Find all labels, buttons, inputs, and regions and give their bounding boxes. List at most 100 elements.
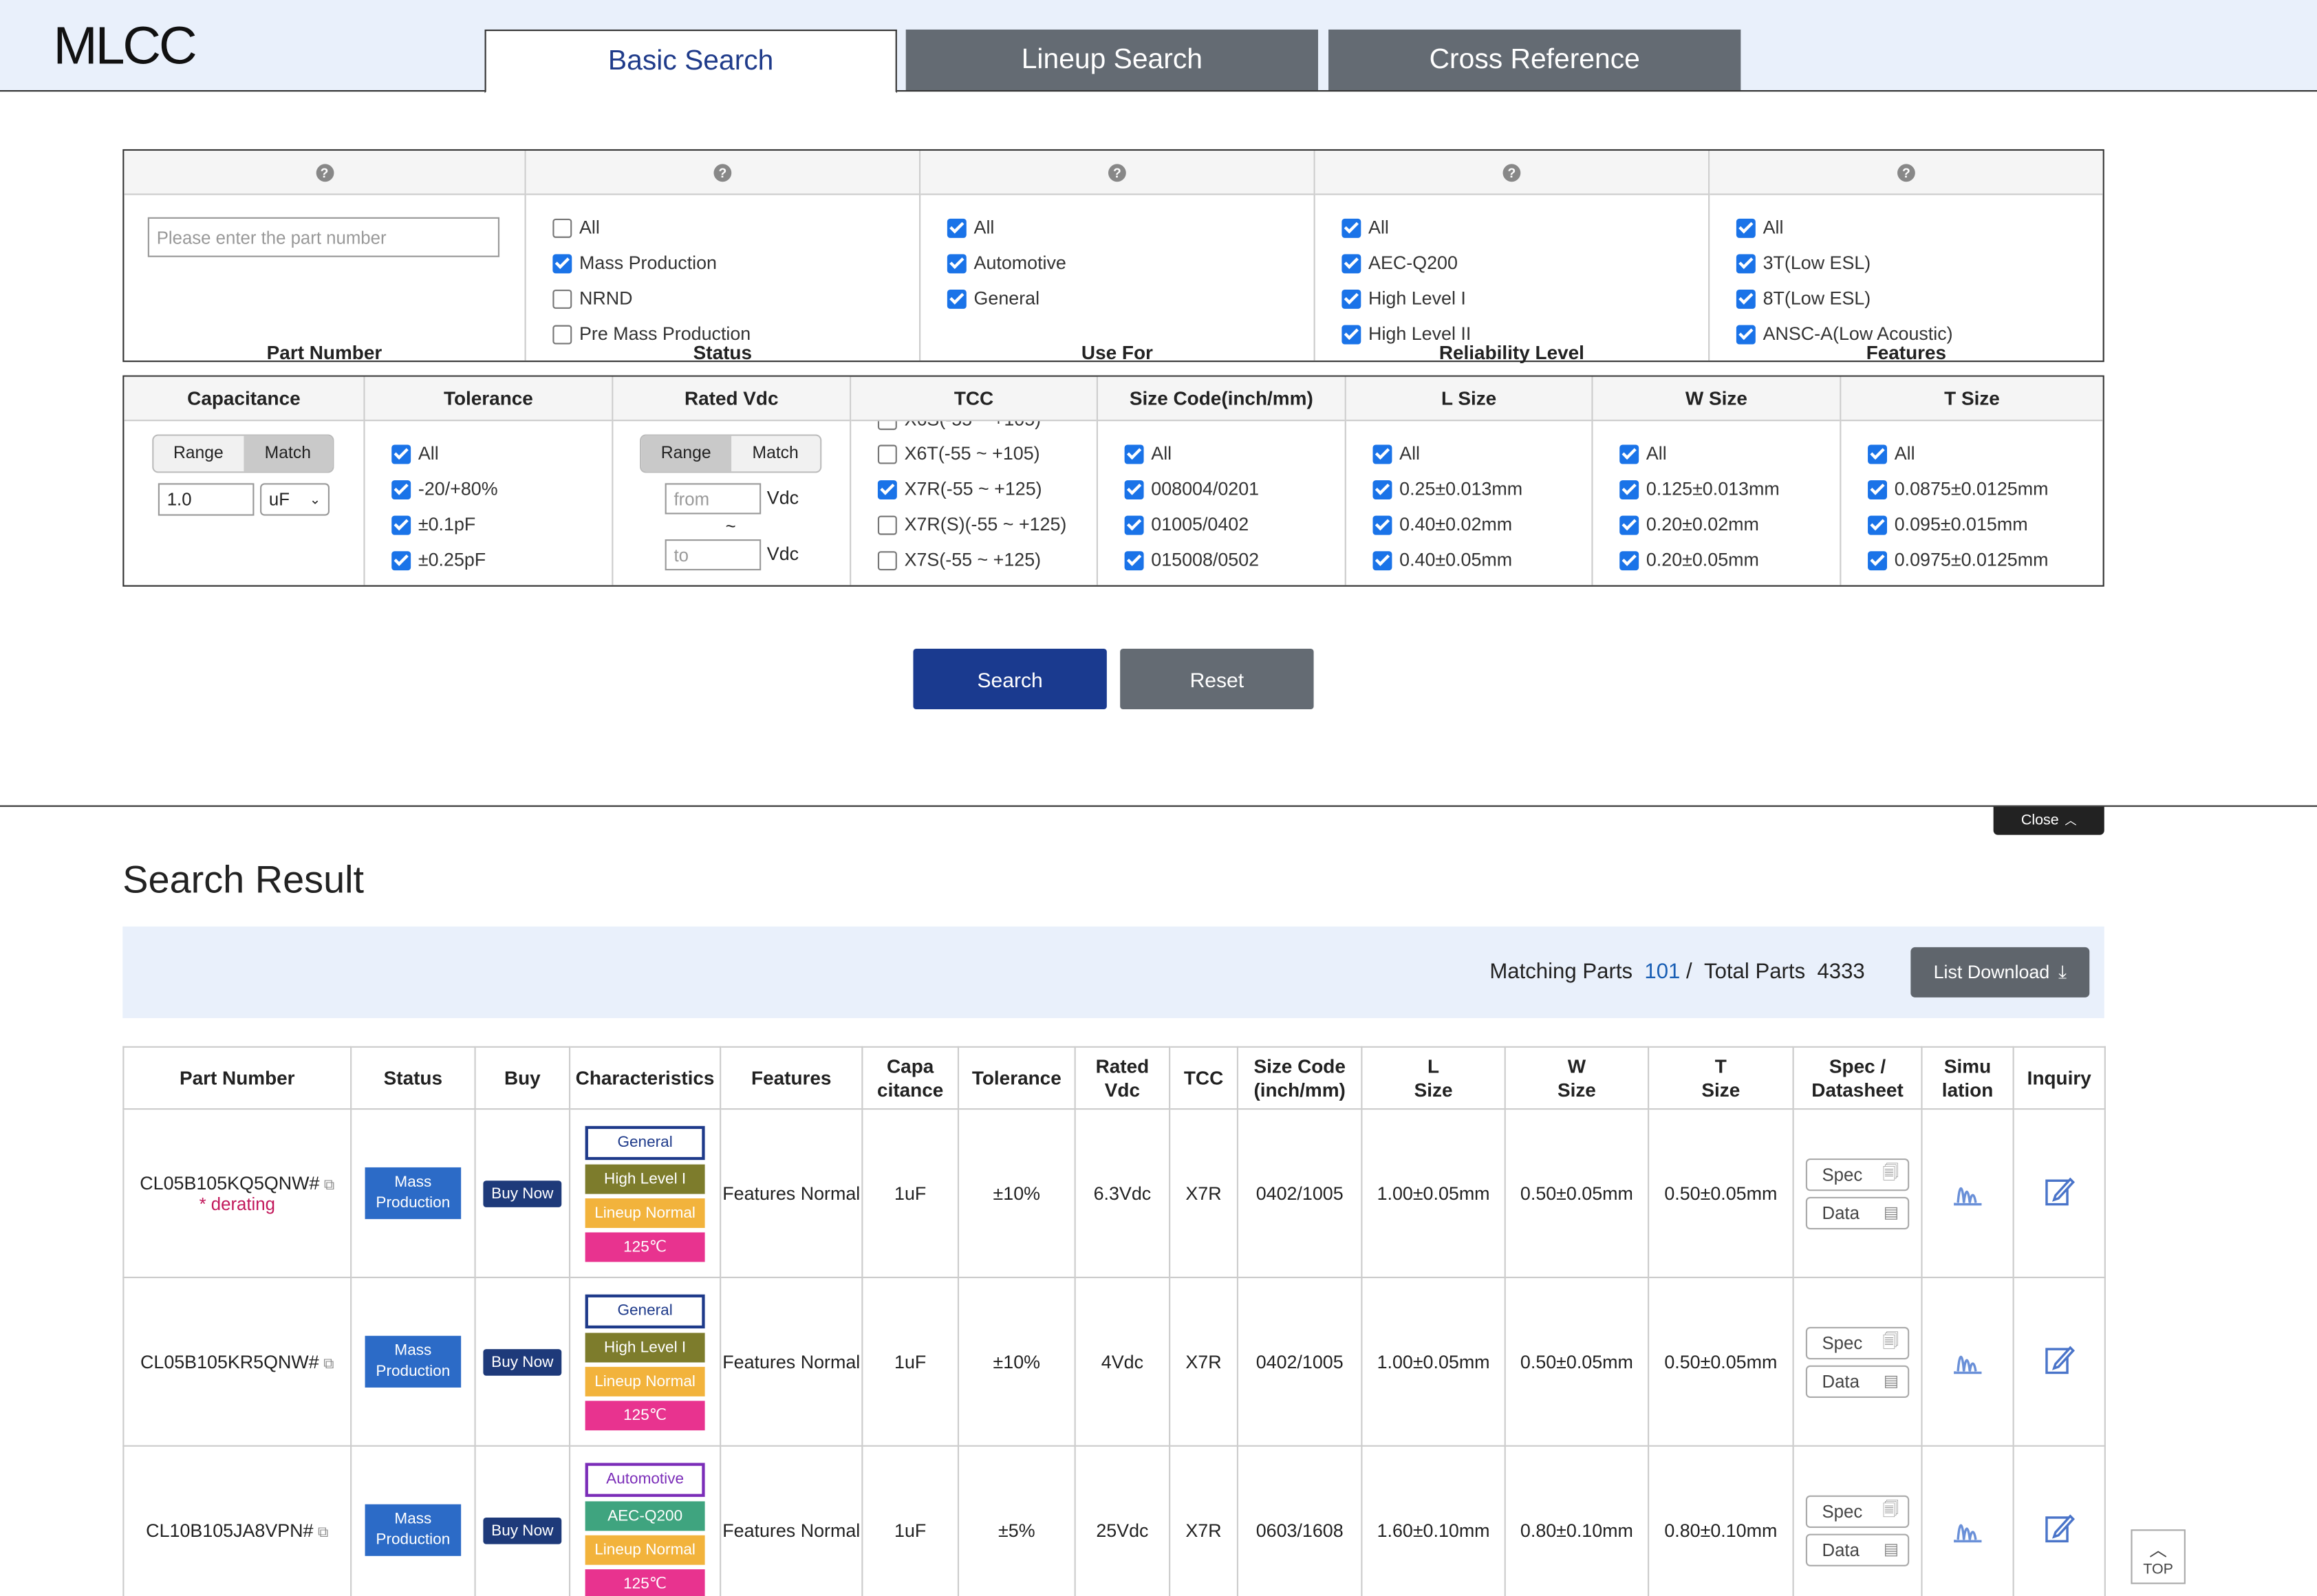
checkbox[interactable] [947, 288, 967, 308]
checkbox[interactable] [1341, 217, 1361, 237]
tab-cross-reference[interactable]: Cross Reference [1328, 29, 1741, 91]
checkbox-option-0-40-0-05mm[interactable]: 0.40±0.05mm [1372, 550, 1512, 570]
part-number-input[interactable]: Please enter the part number [147, 217, 500, 257]
buy-now-button[interactable]: Buy Now [484, 1516, 561, 1544]
checkbox-option-0-0875-0-0125mm[interactable]: 0.0875±0.0125mm [1868, 479, 2048, 499]
capacitance-mode-toggle[interactable]: Range Match [152, 434, 334, 473]
help-icon[interactable]: ? [1502, 163, 1521, 182]
checkbox-option-all[interactable]: All [1736, 217, 1783, 238]
checkbox[interactable] [1619, 444, 1639, 464]
edit-inquiry-icon[interactable] [2043, 1511, 2076, 1544]
checkbox-option-all[interactable]: All [1868, 443, 1915, 464]
checkbox[interactable] [877, 550, 897, 570]
checkbox[interactable] [1736, 217, 1756, 237]
checkbox[interactable] [1736, 253, 1756, 273]
external-link-icon[interactable]: ⧉ [318, 1524, 328, 1541]
checkbox[interactable] [947, 217, 967, 237]
checkbox-option-all[interactable]: All [552, 217, 600, 238]
back-to-top-button[interactable]: ︿ TOP [2131, 1529, 2186, 1584]
checkbox[interactable] [1372, 444, 1392, 464]
part-number-link[interactable]: CL10B105JA8VPN# [146, 1520, 313, 1540]
checkbox-option-008004-0201[interactable]: 008004/0201 [1124, 479, 1259, 499]
checkbox[interactable] [391, 550, 411, 570]
buy-now-button[interactable]: Buy Now [484, 1348, 561, 1375]
checkbox[interactable] [1372, 479, 1392, 499]
checkbox[interactable] [877, 444, 897, 464]
checkbox[interactable] [1619, 515, 1639, 535]
part-number-link[interactable]: CL05B105KQ5QNW# [140, 1172, 319, 1193]
checkbox-option-0-20-0-02mm[interactable]: 0.20±0.02mm [1619, 515, 1759, 535]
checkbox-option-automotive[interactable]: Automotive [947, 252, 1066, 273]
checkbox[interactable] [1124, 479, 1144, 499]
checkbox[interactable] [1124, 550, 1144, 570]
checkbox-option-mass-production[interactable]: Mass Production [552, 252, 717, 273]
spec-button[interactable]: Spec 🗐 [1805, 1494, 1910, 1527]
list-download-button[interactable]: List Download ⤓ [1910, 947, 2090, 998]
checkbox-option-0-0975-0-0125mm[interactable]: 0.0975±0.0125mm [1868, 550, 2048, 570]
help-icon[interactable]: ? [1897, 163, 1915, 182]
match-option[interactable]: Match [731, 435, 821, 472]
checkbox-option-3t-low-esl[interactable]: 3T(Low ESL) [1736, 252, 1871, 273]
checkbox-option-all[interactable]: All [947, 217, 994, 238]
checkbox-option-high-level-i[interactable]: High Level I [1341, 288, 1466, 309]
checkbox[interactable] [1868, 515, 1887, 535]
checkbox-option-aec-q200[interactable]: AEC-Q200 [1341, 252, 1458, 273]
checkbox-option-x6t-55-105[interactable]: X6T(-55 ~ +105) [877, 443, 1040, 464]
vdc-to-input[interactable]: to [665, 539, 762, 571]
search-button[interactable]: Search [913, 648, 1107, 710]
checkbox-option-all[interactable]: All [1124, 443, 1172, 464]
checkbox-option-all[interactable]: All [1341, 217, 1389, 238]
checkbox-option-all[interactable]: All [391, 443, 439, 464]
checkbox-option-x7r-s-55-125[interactable]: X7R(S)(-55 ~ +125) [877, 515, 1066, 535]
checkbox[interactable] [1341, 253, 1361, 273]
match-option[interactable]: Match [243, 435, 333, 472]
help-icon[interactable]: ? [713, 163, 732, 182]
checkbox[interactable] [1868, 479, 1887, 499]
help-icon[interactable]: ? [1108, 163, 1126, 182]
reset-button[interactable]: Reset [1120, 648, 1314, 710]
checkbox-option-0-1pf[interactable]: ±0.1pF [391, 515, 475, 535]
edit-inquiry-icon[interactable] [2043, 1175, 2076, 1207]
vdc-from-input[interactable]: from [665, 483, 762, 515]
checkbox[interactable] [1619, 550, 1639, 570]
external-link-icon[interactable]: ⧉ [323, 1356, 334, 1372]
checkbox[interactable] [1868, 444, 1887, 464]
checkbox-option-01005-0402[interactable]: 01005/0402 [1124, 515, 1249, 535]
checkbox[interactable] [1341, 288, 1361, 308]
checkbox[interactable] [877, 515, 897, 535]
checkbox[interactable] [877, 479, 897, 499]
checkbox-option-general[interactable]: General [947, 288, 1039, 309]
checkbox-option-8t-low-esl[interactable]: 8T(Low ESL) [1736, 288, 1871, 309]
checkbox[interactable] [391, 515, 411, 535]
checkbox[interactable] [552, 217, 572, 237]
checkbox-option-0-125-0-013mm[interactable]: 0.125±0.013mm [1619, 479, 1780, 499]
simulation-chart-icon[interactable] [1951, 1175, 1983, 1207]
help-icon[interactable]: ? [315, 163, 334, 182]
checkbox-option-0-095-0-015mm[interactable]: 0.095±0.015mm [1868, 515, 2028, 535]
checkbox-option-all[interactable]: All [1619, 443, 1667, 464]
buy-now-button[interactable]: Buy Now [484, 1180, 561, 1207]
part-number-link[interactable]: CL05B105KR5QNW# [140, 1351, 319, 1372]
tab-basic-search[interactable]: Basic Search [484, 29, 897, 94]
spec-button[interactable]: Spec 🗐 [1805, 1157, 1910, 1191]
range-option[interactable]: Range [641, 435, 731, 472]
checkbox-option-0-25pf[interactable]: ±0.25pF [391, 550, 486, 570]
checkbox[interactable] [1736, 288, 1756, 308]
checkbox[interactable] [391, 479, 411, 499]
capacitance-value-input[interactable]: 1.0 [158, 483, 255, 516]
range-option[interactable]: Range [153, 435, 244, 472]
checkbox-option-20-80[interactable]: -20/+80% [391, 479, 498, 499]
simulation-chart-icon[interactable] [1951, 1344, 1983, 1376]
checkbox-option-nrnd[interactable]: NRND [552, 288, 633, 309]
checkbox[interactable] [552, 253, 572, 273]
checkbox[interactable] [1372, 515, 1392, 535]
checkbox-option-x7s-55-125[interactable]: X7S(-55 ~ +125) [877, 550, 1041, 570]
checkbox[interactable] [1868, 550, 1887, 570]
checkbox-option-0-20-0-05mm[interactable]: 0.20±0.05mm [1619, 550, 1759, 570]
edit-inquiry-icon[interactable] [2043, 1344, 2076, 1376]
checkbox[interactable] [552, 288, 572, 308]
checkbox[interactable] [391, 444, 411, 464]
checkbox[interactable] [1124, 444, 1144, 464]
checkbox[interactable] [1619, 479, 1639, 499]
checkbox-option-0-40-0-02mm[interactable]: 0.40±0.02mm [1372, 515, 1512, 535]
